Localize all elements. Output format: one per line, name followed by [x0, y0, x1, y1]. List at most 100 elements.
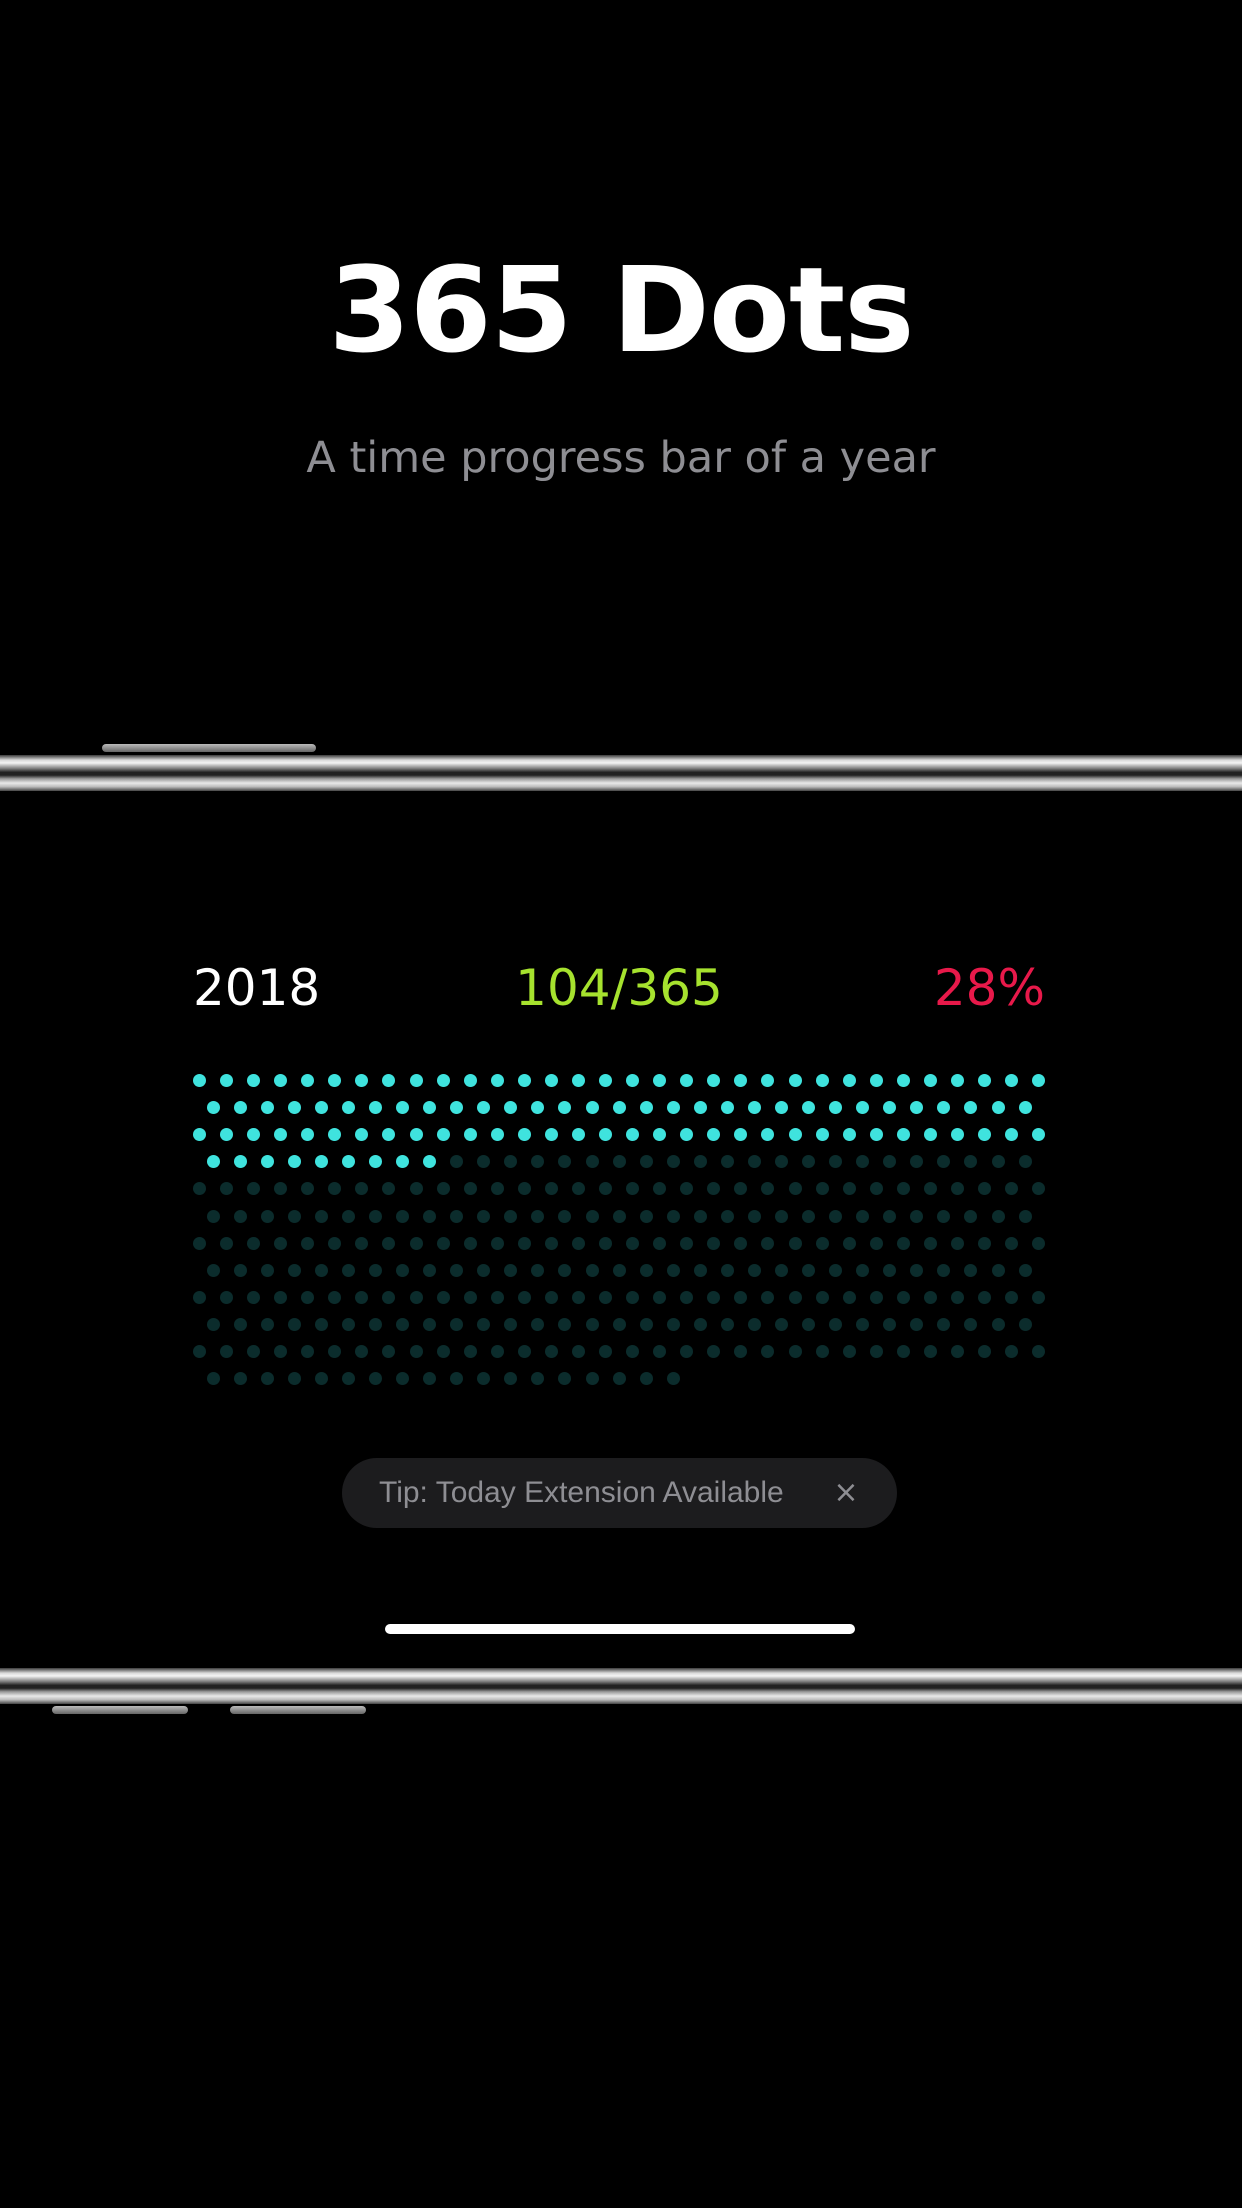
day-dot [1032, 1345, 1046, 1358]
day-dot [314, 1101, 328, 1115]
day-dot [477, 1155, 491, 1169]
day-dot [341, 1317, 355, 1331]
day-dot [910, 1317, 924, 1331]
tip-banner[interactable]: Tip: Today Extension Available × [342, 1458, 897, 1528]
day-dot [775, 1209, 788, 1223]
day-dot [382, 1074, 396, 1087]
hero-subtitle: A time progress bar of a year [306, 433, 936, 483]
day-dot [856, 1209, 870, 1223]
day-dot [666, 1155, 680, 1169]
day-dot [829, 1209, 843, 1223]
day-dot [382, 1345, 396, 1358]
day-dot [923, 1074, 937, 1087]
phone-frame-bottom-edge [0, 1668, 1242, 1704]
day-dot [720, 1317, 734, 1331]
day-dot [260, 1317, 274, 1331]
close-icon[interactable]: × [831, 1476, 861, 1510]
day-dot [450, 1372, 464, 1386]
day-dot [815, 1074, 829, 1087]
day-dot [599, 1128, 613, 1142]
day-dot [328, 1074, 342, 1087]
day-dot [1005, 1236, 1019, 1250]
day-dot [950, 1128, 964, 1142]
day-dot [964, 1263, 978, 1277]
day-dot [477, 1372, 491, 1386]
day-dot [788, 1182, 802, 1196]
day-dot [720, 1209, 734, 1223]
day-dot [734, 1074, 748, 1087]
day-dot [477, 1317, 491, 1331]
day-dot [193, 1074, 206, 1087]
day-dot [612, 1372, 626, 1386]
day-dot [436, 1074, 450, 1087]
day-dot [517, 1290, 531, 1304]
day-dot [666, 1263, 680, 1277]
day-dot [761, 1182, 775, 1196]
day-dot [368, 1155, 382, 1169]
day-dot [950, 1345, 964, 1358]
day-dot [653, 1182, 667, 1196]
day-dot [829, 1155, 843, 1169]
day-dot [274, 1345, 288, 1358]
day-dot [869, 1128, 883, 1142]
day-dot [517, 1345, 531, 1358]
day-dot [720, 1263, 734, 1277]
home-indicator[interactable] [385, 1624, 855, 1634]
day-dot [747, 1209, 761, 1223]
day-dot [368, 1209, 382, 1223]
day-dot [937, 1101, 951, 1115]
day-dot [490, 1128, 504, 1142]
day-dot [571, 1074, 585, 1087]
day-dot [233, 1372, 247, 1386]
day-dot [396, 1155, 410, 1169]
day-dot [450, 1317, 464, 1331]
day-dot [693, 1263, 707, 1277]
day-dot [747, 1317, 761, 1331]
day-dot [260, 1263, 274, 1277]
day-dot [247, 1290, 261, 1304]
day-dot [734, 1290, 748, 1304]
day-dot [788, 1074, 802, 1087]
day-dot [788, 1128, 802, 1142]
day-dot [883, 1101, 897, 1115]
day-dot [950, 1236, 964, 1250]
day-dot [599, 1236, 613, 1250]
day-dot [531, 1263, 545, 1277]
day-dot [517, 1236, 531, 1250]
day-dot [341, 1263, 355, 1277]
day-dot [734, 1182, 748, 1196]
day-dot [923, 1182, 937, 1196]
day-dot [274, 1290, 288, 1304]
day-dot [693, 1317, 707, 1331]
day-dot [206, 1101, 220, 1115]
day-dot [788, 1345, 802, 1358]
day-dot [328, 1345, 342, 1358]
day-dot [490, 1236, 504, 1250]
day-dot [978, 1236, 992, 1250]
day-dot [883, 1263, 897, 1277]
day-dot [626, 1074, 640, 1087]
day-dot [950, 1182, 964, 1196]
day-dot [287, 1317, 301, 1331]
day-dot [734, 1345, 748, 1358]
day-dot [206, 1317, 220, 1331]
day-dot [896, 1345, 910, 1358]
day-dot [653, 1074, 667, 1087]
day-dot [193, 1128, 206, 1142]
day-dot [802, 1101, 816, 1115]
day-dot [423, 1155, 437, 1169]
day-dot [490, 1074, 504, 1087]
day-dot [247, 1345, 261, 1358]
day-dot [612, 1209, 626, 1223]
day-dot [436, 1290, 450, 1304]
day-dot [680, 1182, 694, 1196]
day-dot [206, 1155, 220, 1169]
day-dot [585, 1372, 599, 1386]
day-dot [368, 1101, 382, 1115]
day-dot [599, 1290, 613, 1304]
day-dot [504, 1155, 518, 1169]
day-dot [301, 1182, 315, 1196]
day-dot [747, 1155, 761, 1169]
day-dot [544, 1345, 558, 1358]
day-dot [301, 1345, 315, 1358]
